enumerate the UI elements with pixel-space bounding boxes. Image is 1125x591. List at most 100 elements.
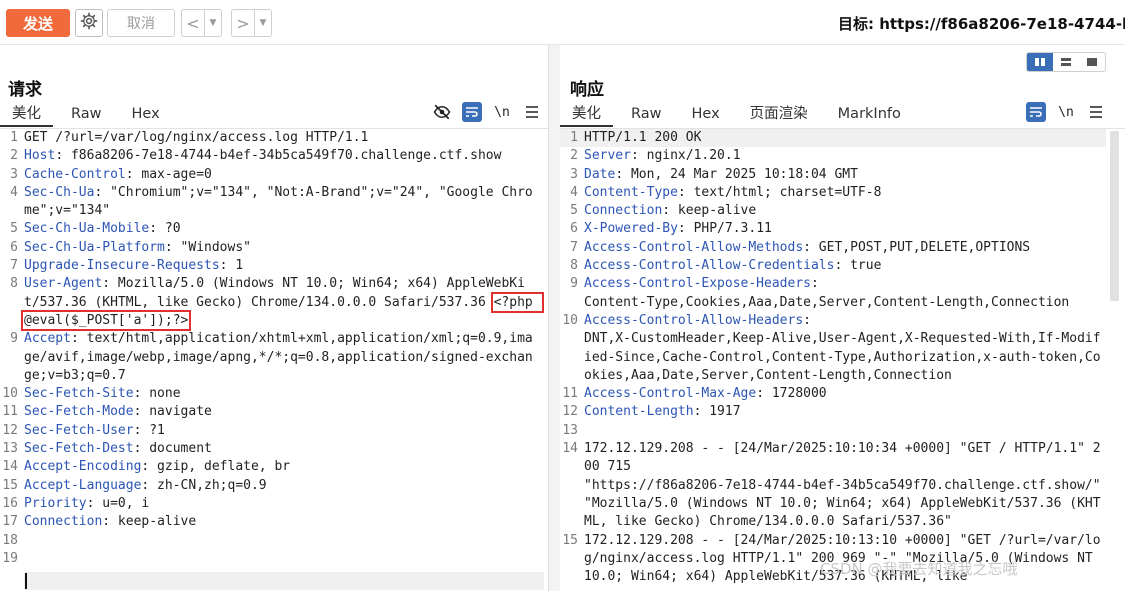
code-line[interactable]: 16 Priority: u=0, i [0,495,536,513]
code-line[interactable]: 8 Access-Control-Allow-Credentials: true [560,257,1106,275]
code-line[interactable]: 12 Content-Length: 1917 [560,403,1106,421]
code-line[interactable]: 3 Date: Mon, 24 Mar 2025 10:18:04 GMT [560,166,1106,184]
line-number: 3 [570,166,578,182]
code-line[interactable]: 11 Sec-Fetch-Mode: navigate [0,403,536,421]
line-number: 14 [2,459,18,475]
code-line[interactable]: 14 Accept-Encoding: gzip, deflate, br [0,458,536,476]
code-line[interactable]: 6 X-Powered-By: PHP/7.3.11 [560,220,1106,238]
code-line[interactable]: 5 Connection: keep-alive [560,202,1106,220]
code-line[interactable]: 14 172.12.129.208 - - [24/Mar/2025:10:10:… [560,440,1106,531]
code-text: Content-Length: 1917 [584,403,1106,421]
request-tab-hex[interactable]: Hex [120,103,172,125]
code-line[interactable]: 19 [0,550,536,568]
hide-icon[interactable] [432,102,452,122]
response-tab-hex[interactable]: Hex [680,103,732,125]
target-url[interactable]: 目标: https://f86a8206-7e18-4744-b4ef [838,13,1125,34]
code-line[interactable]: 7 Access-Control-Allow-Methods: GET,POST,… [560,239,1106,257]
code-line[interactable]: 13 [560,422,1106,440]
back-button[interactable]: < [182,10,204,36]
pane-splitter[interactable] [549,45,560,591]
code-line[interactable]: 3 Cache-Control: max-age=0 [0,166,536,184]
menu-icon[interactable] [1086,102,1106,122]
response-tab-markinfo[interactable]: MarkInfo [826,103,913,125]
header-name: Accept-Encoding [24,459,142,475]
response-tab-render[interactable]: 页面渲染 [738,103,820,125]
code-line[interactable]: 6 Sec-Ch-Ua-Platform: "Windows" [0,239,536,257]
code-line[interactable]: 7 Upgrade-Insecure-Requests: 1 [0,257,536,275]
header-name: Connection [24,514,103,530]
header-name: Access-Control-Allow-Methods [584,239,804,255]
code-line[interactable]: 17 Connection: keep-alive [0,513,536,531]
header-value: : u=0, i [86,495,150,511]
code-text: GET /?url=/var/log/nginx/access.log HTTP… [24,129,536,147]
code-line[interactable]: 8 User-Agent: Mozilla/5.0 (Windows NT 10.… [0,275,544,331]
header-value: : f86a8206-7e18-4744-b4ef-34b5ca549f70.c… [55,148,502,164]
code-line[interactable]: 2 Host: f86a8206-7e18-4744-b4ef-34b5ca549… [0,147,536,165]
code-text: Accept-Encoding: gzip, deflate, br [24,458,536,476]
request-editor[interactable]: 1 GET /?url=/var/log/nginx/access.log HTT… [0,129,544,568]
code-line[interactable]: 5 Sec-Ch-Ua-Mobile: ?0 [0,220,536,238]
response-tab-pretty[interactable]: 美化 [560,103,613,127]
settings-button[interactable] [75,9,103,37]
wrap-lines-icon[interactable] [462,102,482,122]
code-text: Sec-Fetch-User: ?1 [24,422,536,440]
header-value: : 1917 [693,404,741,420]
line-number: 3 [10,166,18,182]
request-tab-pretty[interactable]: 美化 [0,103,53,127]
response-editor[interactable]: 1 HTTP/1.1 200 OK 2 Server: nginx/1.20.1 3 Da… [560,129,1106,586]
header-value: : 1 [219,258,244,274]
response-tab-raw[interactable]: Raw [619,103,674,125]
code-line[interactable]: 18 [0,532,536,550]
header-value: : ?1 [133,422,165,438]
code-line[interactable]: 4 Sec-Ch-Ua: "Chromium";v="134", "Not:A-B… [0,184,536,221]
code-line[interactable]: 1 HTTP/1.1 200 OK [560,129,1106,148]
request-title: 请求 [8,80,42,100]
header-name: Content-Type [584,184,678,200]
code-line[interactable]: 11 Access-Control-Max-Age: 1728000 [560,385,1106,403]
code-text: Sec-Fetch-Mode: navigate [24,403,536,421]
code-text: Connection: keep-alive [24,513,536,531]
code-line[interactable]: 1 GET /?url=/var/log/nginx/access.log HTT… [0,129,536,147]
forward-history-dropdown[interactable]: ▼ [254,10,271,36]
wrap-lines-icon[interactable] [1026,102,1046,122]
header-value: : ?0 [149,221,181,237]
code-line[interactable]: 13 Sec-Fetch-Dest: document [0,440,536,458]
code-text: Access-Control-Max-Age: 1728000 [584,385,1106,403]
code-line[interactable]: 9 Accept: text/html,application/xhtml+xml… [0,330,536,385]
code-text: Upgrade-Insecure-Requests: 1 [24,257,536,275]
code-line[interactable]: 9 Access-Control-Expose-Headers: Content-… [560,275,1106,312]
cancel-button[interactable]: 取消 [107,9,175,37]
gear-icon [80,12,98,34]
code-text: Server: nginx/1.20.1 [584,147,1106,165]
forward-button[interactable]: > [232,10,254,36]
header-value: : keep-alive [662,203,757,219]
newline-toggle[interactable]: \n [492,102,512,122]
response-scrollbar[interactable] [1110,131,1119,301]
code-line[interactable]: 4 Content-Type: text/html; charset=UTF-8 [560,184,1106,202]
line-number: 8 [10,276,18,292]
send-button[interactable]: 发送 [6,9,70,37]
code-text: Sec-Ch-Ua: "Chromium";v="134", "Not:A-Br… [24,184,536,221]
newline-toggle[interactable]: \n [1056,102,1076,122]
back-history-dropdown[interactable]: ▼ [204,10,221,36]
single-layout-icon[interactable] [1079,53,1105,71]
code-line[interactable]: 10 Access-Control-Allow-Headers: DNT,X-Cu… [560,312,1106,385]
code-line[interactable]: 10 Sec-Fetch-Site: none [0,385,536,403]
header-value: : "Windows" [164,239,251,255]
current-line-highlight [24,572,544,590]
watermark-text: CSDN @我要去知道我之忘哦 [820,560,1018,578]
header-value: : PHP/7.3.11 [677,221,772,237]
code-text: Sec-Fetch-Dest: document [24,440,536,458]
request-tab-raw[interactable]: Raw [59,103,114,125]
stacked-layout-icon[interactable] [1053,53,1079,71]
header-value: : GET,POST,PUT,DELETE,OPTIONS [803,239,1031,255]
code-line[interactable]: 2 Server: nginx/1.20.1 [560,147,1106,165]
line-number: 5 [570,203,578,219]
code-text: Host: f86a8206-7e18-4744-b4ef-34b5ca549f… [24,147,536,165]
header-name: Sec-Ch-Ua-Mobile [24,221,150,237]
header-value: : "Chromium";v="134", "Not:A-Brand";v="2… [24,184,533,219]
menu-icon[interactable] [522,102,542,122]
code-line[interactable]: 15 Accept-Language: zh-CN,zh;q=0.9 [0,477,536,495]
side-by-side-layout-icon[interactable] [1027,53,1053,71]
code-line[interactable]: 12 Sec-Fetch-User: ?1 [0,422,536,440]
